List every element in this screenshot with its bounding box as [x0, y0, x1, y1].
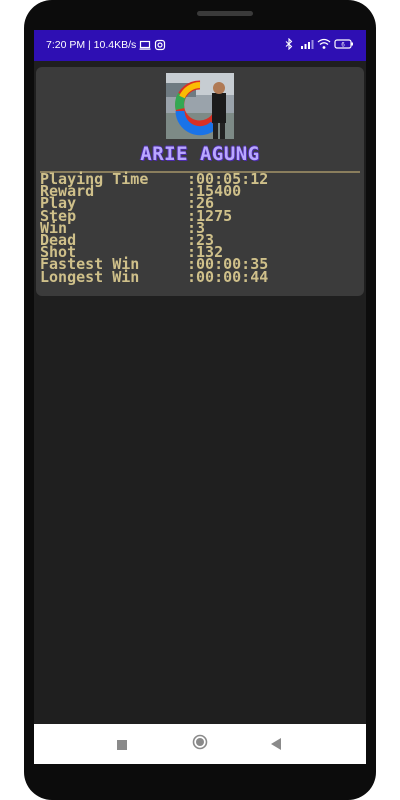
home-icon — [192, 734, 208, 754]
profile-avatar — [166, 73, 234, 139]
recent-apps-button[interactable] — [110, 724, 134, 764]
system-nav-bar — [34, 724, 366, 764]
instagram-icon — [154, 39, 166, 51]
signal-icon — [300, 38, 314, 50]
status-bar: 7:20 PM | 10.4KB/s 6 — [34, 30, 366, 61]
stats-list: Playing Time:00:05:12 Reward:15400 Play:… — [40, 171, 269, 286]
recent-apps-icon — [117, 735, 127, 754]
status-right: 6 — [283, 37, 354, 51]
stat-row-longest-win: Longest Win :00:00:44 — [40, 267, 269, 286]
wifi-icon — [317, 38, 331, 50]
back-button[interactable] — [264, 724, 288, 764]
screen-icon — [139, 39, 151, 51]
home-button[interactable] — [188, 724, 212, 764]
stat-label: Longest Win — [40, 267, 140, 286]
back-icon — [270, 735, 282, 754]
status-time-network: 7:20 PM | 10.4KB/s — [46, 39, 137, 51]
app-screen: 7:20 PM | 10.4KB/s 6 ARIE AGUNG Playing … — [34, 30, 366, 764]
bluetooth-icon — [283, 37, 295, 51]
stat-value: :00:00:44 — [187, 267, 269, 286]
speaker-grille — [197, 11, 253, 16]
player-stats-card: ARIE AGUNG Playing Time:00:05:12 Reward:… — [36, 67, 364, 296]
player-name: ARIE AGUNG — [140, 143, 260, 165]
battery-icon: 6 — [334, 38, 354, 50]
status-left: 7:20 PM | 10.4KB/s — [46, 39, 166, 51]
stat-row-step: Step:1275 — [40, 208, 268, 223]
